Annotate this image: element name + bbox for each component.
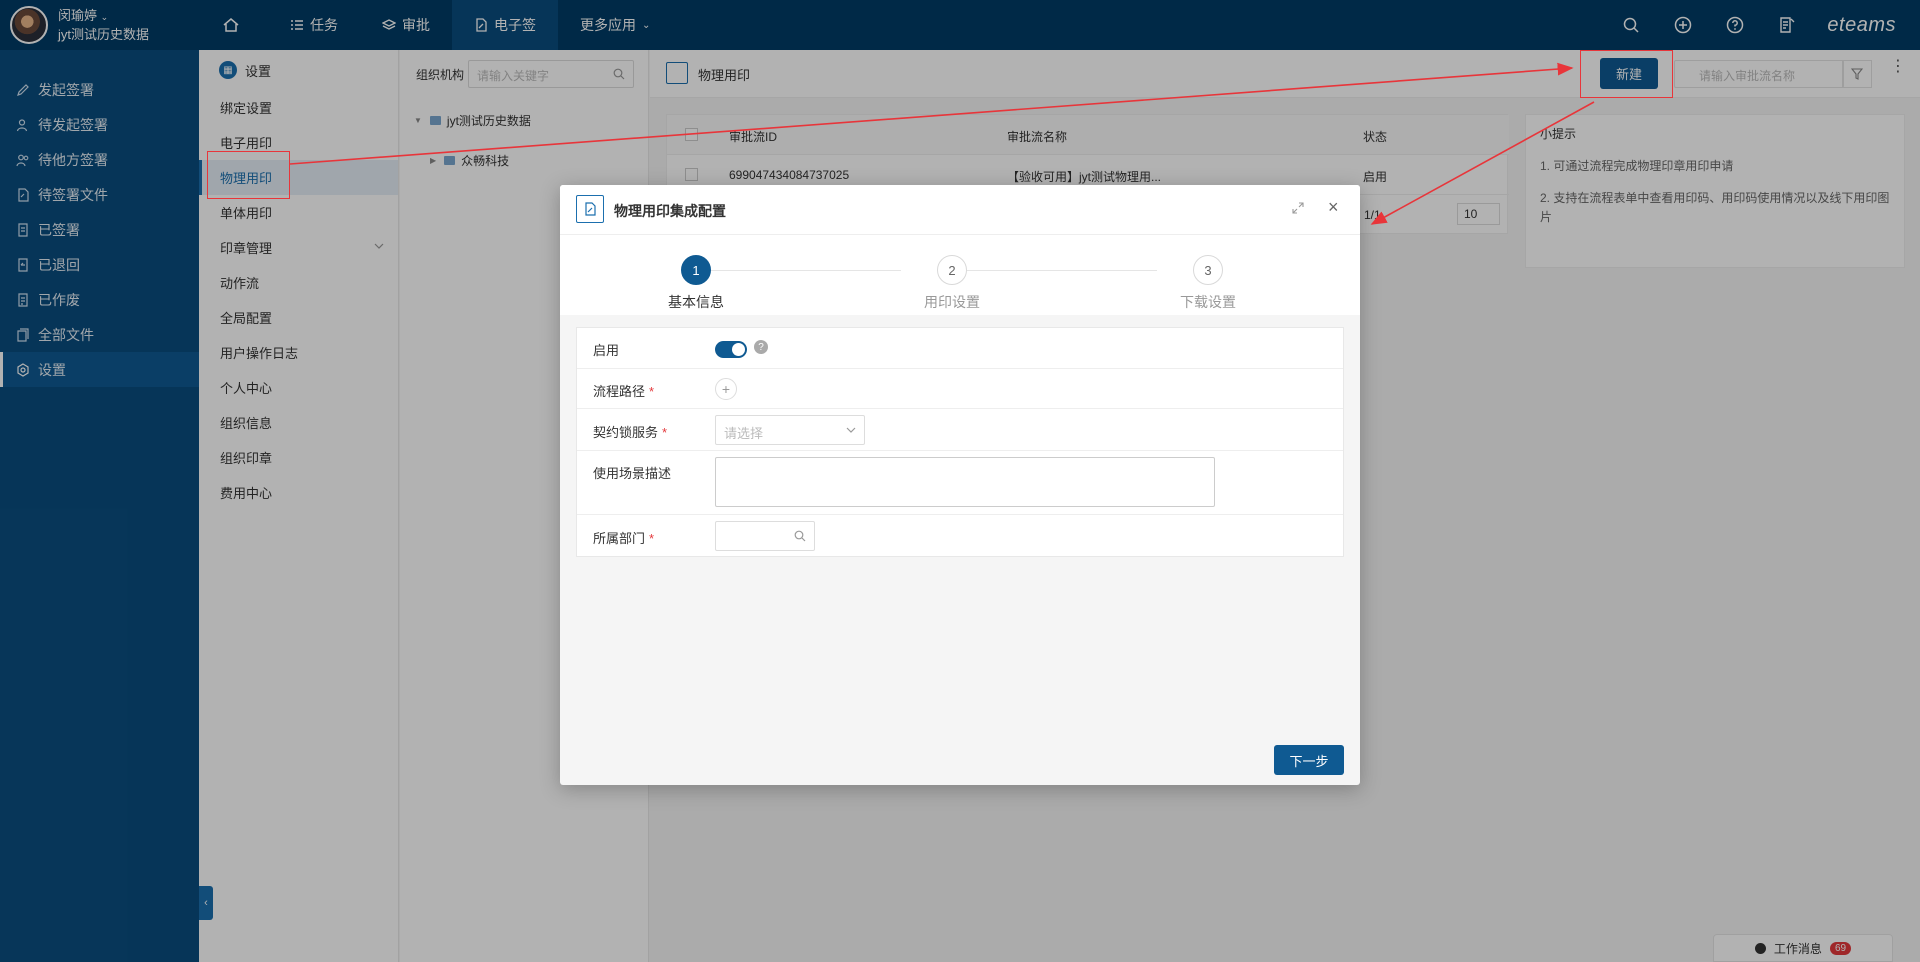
arrow-to-new-button xyxy=(289,62,1574,165)
annotation-arrows xyxy=(289,62,1595,225)
arrow-to-modal xyxy=(1370,101,1595,225)
